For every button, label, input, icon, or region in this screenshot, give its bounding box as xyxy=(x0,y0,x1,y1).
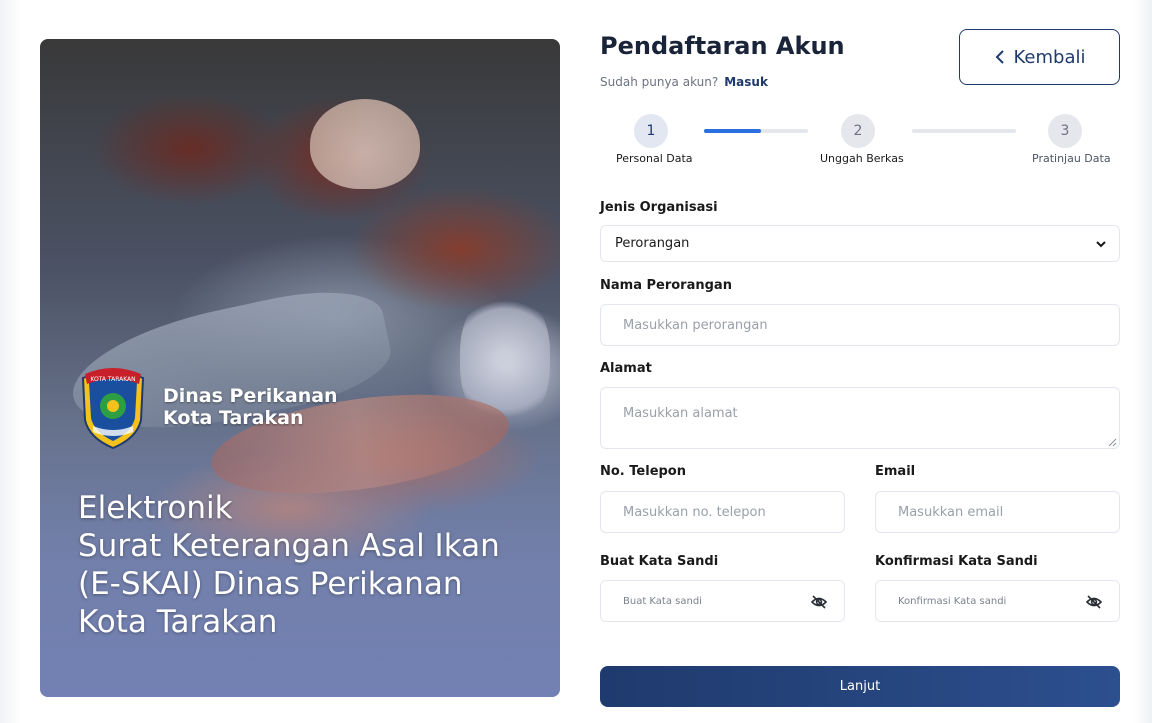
page-title: Pendaftaran Akun xyxy=(600,32,845,60)
hero-title-line3: (E-SKAI) Dinas Perikanan xyxy=(78,566,463,602)
svg-text:KOTA TARAKAN: KOTA TARAKAN xyxy=(90,376,135,383)
login-link[interactable]: Masuk xyxy=(724,75,768,89)
hero-title-line1: Elektronik xyxy=(78,490,233,526)
phone-label: No. Telepon xyxy=(600,464,686,479)
org-type-select[interactable]: Perorangan xyxy=(600,225,1120,262)
page-edge-right xyxy=(1134,0,1152,723)
confirm-password-input[interactable] xyxy=(876,581,1119,621)
step-1-progress-track xyxy=(704,129,808,133)
back-button-label: Kembali xyxy=(1013,46,1086,68)
page-edge-left xyxy=(0,0,22,723)
next-button[interactable]: Lanjut xyxy=(600,666,1120,707)
step-2-label: Unggah Berkas xyxy=(820,152,904,165)
step-1-circle[interactable]: 1 xyxy=(634,114,668,148)
phone-input[interactable] xyxy=(600,491,845,533)
hero-title-line4: Kota Tarakan xyxy=(78,604,278,640)
step-1-progress-fill xyxy=(704,129,762,133)
login-prompt-text: Sudah punya akun? xyxy=(600,75,719,89)
step-2-progress-track xyxy=(912,129,1016,133)
login-prompt: Sudah punya akun? Masuk xyxy=(600,75,768,89)
name-input[interactable] xyxy=(600,304,1120,346)
password-input[interactable] xyxy=(601,581,844,621)
confirm-password-field xyxy=(875,580,1120,622)
email-input[interactable] xyxy=(875,491,1120,533)
email-label: Email xyxy=(875,464,916,479)
org-name-line1: Dinas Perikanan xyxy=(163,385,338,407)
eye-off-icon[interactable] xyxy=(810,593,828,611)
chevron-left-icon xyxy=(995,50,1004,64)
password-label: Buat Kata Sandi xyxy=(600,554,719,569)
back-button[interactable]: Kembali xyxy=(959,29,1120,85)
city-emblem-icon: KOTA TARAKAN xyxy=(81,368,145,450)
eye-off-icon[interactable] xyxy=(1085,593,1103,611)
password-field xyxy=(600,580,845,622)
step-1-label: Personal Data xyxy=(616,152,693,165)
hero-panel: KOTA TARAKAN Dinas Perikanan Kota Taraka… xyxy=(40,39,560,697)
confirm-password-label: Konfirmasi Kata Sandi xyxy=(875,554,1038,569)
hero-title-line2: Surat Keterangan Asal Ikan xyxy=(78,528,500,564)
org-type-label: Jenis Organisasi xyxy=(600,200,718,215)
step-3-circle[interactable]: 3 xyxy=(1048,114,1082,148)
hero-title: Elektronik Surat Keterangan Asal Ikan (E… xyxy=(78,489,548,641)
org-type-value: Perorangan xyxy=(615,236,690,251)
name-label: Nama Perorangan xyxy=(600,278,732,293)
address-textarea[interactable] xyxy=(600,387,1120,449)
chevron-down-icon xyxy=(1096,240,1106,247)
resize-grip-icon[interactable] xyxy=(1107,437,1117,447)
org-name-line2: Kota Tarakan xyxy=(163,407,304,429)
org-name: Dinas Perikanan Kota Tarakan xyxy=(163,385,338,429)
address-label: Alamat xyxy=(600,361,652,376)
step-2-circle[interactable]: 2 xyxy=(841,114,875,148)
stepper: 1 2 3 Personal Data Unggah Berkas Pratin… xyxy=(600,108,1120,168)
step-3-label: Pratinjau Data xyxy=(1032,152,1111,165)
org-logo-row: KOTA TARAKAN Dinas Perikanan Kota Taraka… xyxy=(77,364,338,450)
